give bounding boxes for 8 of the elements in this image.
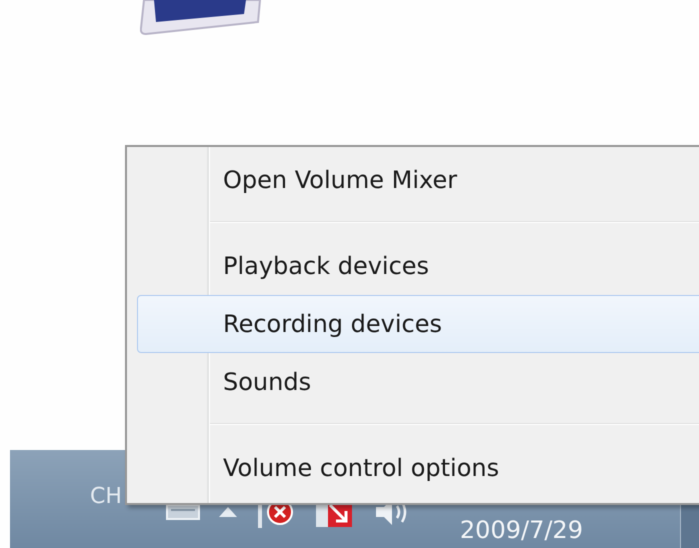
menu-item[interactable]: Volume control options — [137, 439, 699, 497]
up-arrow-icon[interactable] — [218, 506, 238, 518]
monitor-icon[interactable] — [140, 0, 264, 36]
keyboard-icon[interactable] — [166, 502, 200, 522]
menu-item[interactable]: Sounds — [137, 353, 699, 411]
menu-item[interactable]: Playback devices — [137, 237, 699, 295]
menu-item[interactable]: Recording devices — [137, 295, 699, 353]
menu-item[interactable]: Open Volume Mixer — [137, 151, 699, 209]
